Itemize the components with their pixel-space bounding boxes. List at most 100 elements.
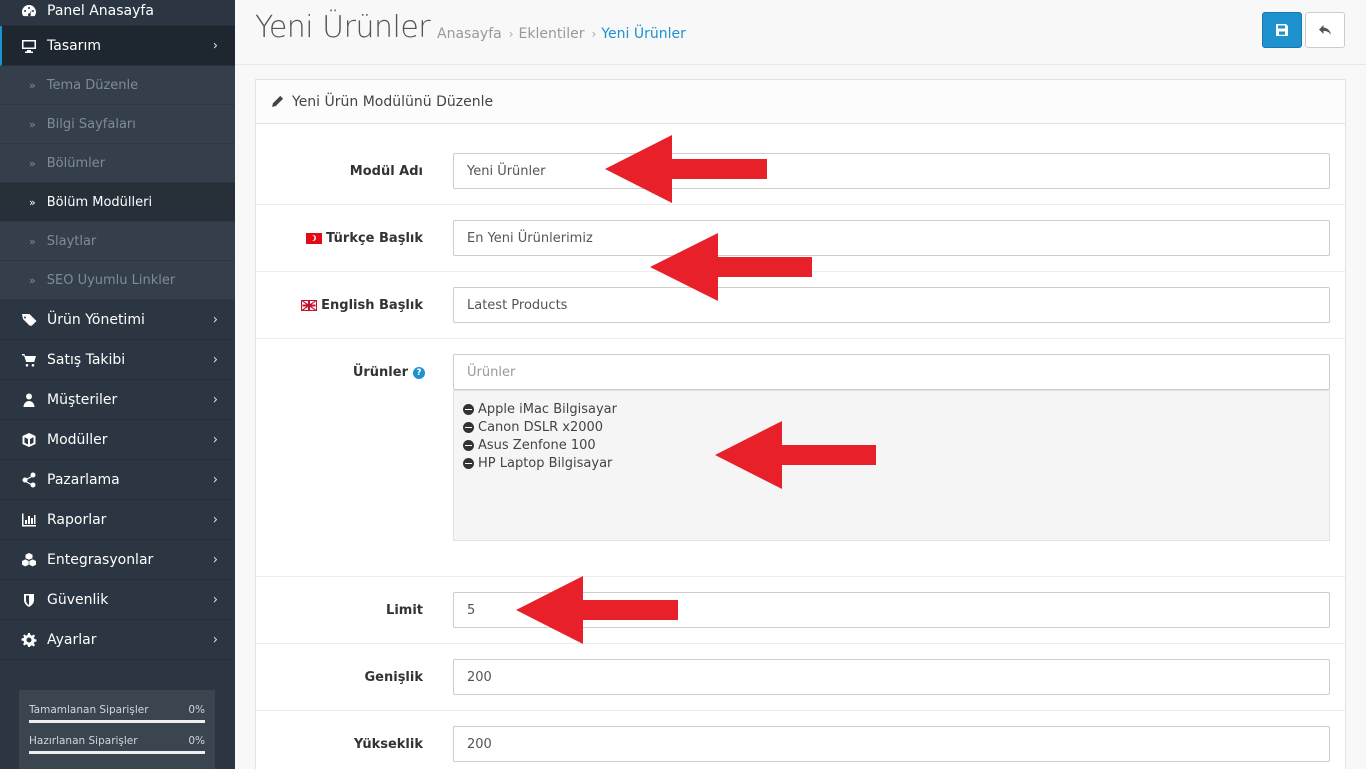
remove-circle-icon[interactable]: [463, 403, 474, 415]
double-chevron-icon: »: [29, 156, 36, 170]
product-name: Asus Zenfone 100: [478, 437, 596, 453]
stat-processing-orders: Hazırlanan Siparişler 0%: [29, 735, 205, 754]
products-label-wrap: Ürünler ?: [353, 365, 425, 380]
nav-reports[interactable]: Raporlar ›: [0, 500, 235, 540]
reply-icon: [1319, 25, 1331, 35]
nav-customers[interactable]: Müşteriler ›: [0, 380, 235, 420]
cube-icon: [19, 432, 39, 448]
cart-icon: [19, 352, 39, 368]
chevron-right-icon: ›: [212, 512, 218, 527]
save-icon: [1276, 24, 1288, 36]
nav-label: Müşteriler: [47, 391, 118, 408]
stat-label: Hazırlanan Siparişler: [29, 735, 138, 747]
save-button[interactable]: [1262, 12, 1302, 48]
tags-icon: [19, 312, 39, 328]
user-icon: [19, 392, 39, 408]
stat-completed-orders: Tamamlanan Siparişler 0%: [29, 704, 205, 723]
chevron-right-icon: ›: [212, 632, 218, 647]
remove-circle-icon[interactable]: [463, 421, 474, 433]
uk-flag-icon: [301, 300, 318, 311]
panel-title: Yeni Ürün Modülünü Düzenle: [292, 93, 494, 110]
form-row-width: Genişlik 200: [256, 644, 1345, 711]
sidebar: Panel Anasayfa Tasarım › » Tema Düzenle »…: [0, 0, 235, 769]
limit-input[interactable]: 5: [453, 592, 1330, 628]
list-item: Canon DSLR x2000: [463, 418, 1320, 436]
chevron-right-icon: ›: [212, 552, 218, 567]
chevron-right-icon: ›: [212, 592, 218, 607]
nav-label: Güvenlik: [47, 591, 109, 608]
nav-label: Tasarım: [47, 37, 101, 54]
chevron-right-icon: ›: [212, 392, 218, 407]
submenu-theme-edit[interactable]: » Tema Düzenle: [0, 66, 235, 105]
form-row-title-tr: Türkçe Başlık En Yeni Ürünlerimiz: [256, 205, 1345, 272]
nav-label: Entegrasyonlar: [47, 551, 154, 568]
nav-marketing[interactable]: Pazarlama ›: [0, 460, 235, 500]
product-name: Canon DSLR x2000: [478, 419, 604, 435]
nav-product-management[interactable]: Ürün Yönetimi ›: [0, 300, 235, 340]
title-tr-label: Türkçe Başlık: [326, 231, 423, 246]
nav-security[interactable]: Güvenlik ›: [0, 580, 235, 620]
submenu-info-pages[interactable]: » Bilgi Sayfaları: [0, 105, 235, 144]
shield-icon: [19, 592, 39, 608]
limit-label: Limit: [386, 603, 423, 618]
breadcrumb-separator-icon: ›: [591, 27, 597, 41]
module-name-input[interactable]: Yeni Ürünler: [453, 153, 1330, 189]
nav-label: Satış Takibi: [47, 351, 126, 368]
nav-settings[interactable]: Ayarlar ›: [0, 620, 235, 660]
cubes-icon: [19, 552, 39, 568]
width-input[interactable]: 200: [453, 659, 1330, 695]
title-en-label-wrap: English Başlık: [301, 298, 423, 313]
nav-sales-tracking[interactable]: Satış Takibi ›: [0, 340, 235, 380]
title-en-input[interactable]: Latest Products: [453, 287, 1330, 323]
double-chevron-icon: »: [29, 234, 36, 248]
submenu-seo-links[interactable]: » SEO Uyumlu Linkler: [0, 261, 235, 300]
chevron-right-icon: ›: [212, 312, 218, 327]
pencil-icon: [272, 95, 284, 107]
back-button[interactable]: [1305, 12, 1345, 48]
progress-bar: [29, 720, 205, 723]
height-input[interactable]: 200: [453, 726, 1330, 762]
submenu-label: Bilgi Sayfaları: [46, 116, 136, 132]
progress-bar: [29, 751, 205, 754]
nav-label: Ayarlar: [47, 631, 97, 648]
form-row-title-en: English Başlık Latest Products: [256, 272, 1345, 339]
nav-design[interactable]: Tasarım ›: [0, 26, 235, 66]
products-label: Ürünler: [352, 365, 408, 380]
help-icon[interactable]: ?: [413, 366, 425, 379]
submenu-label: Tema Düzenle: [46, 77, 139, 93]
design-submenu: » Tema Düzenle » Bilgi Sayfaları » Bölümler…: [0, 66, 235, 300]
width-label: Genişlik: [364, 670, 424, 685]
monitor-icon: [19, 38, 39, 54]
nav-label: Pazarlama: [47, 471, 120, 488]
breadcrumb: Anasayfa › Eklentiler › Yeni Ürünler: [437, 26, 686, 42]
height-label: Yükseklik: [353, 737, 423, 752]
dashboard-icon: [19, 3, 39, 19]
nav-label: Modüller: [47, 431, 108, 448]
remove-circle-icon[interactable]: [463, 439, 474, 451]
nav-dashboard[interactable]: Panel Anasayfa: [0, 0, 235, 26]
submenu-label: Slaytlar: [46, 233, 97, 249]
list-item: Asus Zenfone 100: [463, 436, 1320, 454]
product-name: Apple iMac Bilgisayar: [478, 401, 617, 417]
nav-modules[interactable]: Modüller ›: [0, 420, 235, 460]
submenu-label: Bölümler: [46, 155, 106, 171]
nav-integrations[interactable]: Entegrasyonlar ›: [0, 540, 235, 580]
selected-products-list: Apple iMac Bilgisayar Canon DSLR x2000 A…: [453, 390, 1330, 541]
breadcrumb-extensions[interactable]: Eklentiler: [519, 26, 585, 42]
nav-label: Ürün Yönetimi: [47, 311, 145, 328]
form-row-module-name: Modül Adı Yeni Ürünler: [256, 124, 1345, 205]
submenu-section-modules[interactable]: » Bölüm Modülleri: [0, 183, 235, 222]
title-tr-input[interactable]: En Yeni Ürünlerimiz: [453, 220, 1330, 256]
stat-value: 0%: [188, 735, 205, 747]
double-chevron-icon: »: [29, 195, 36, 209]
chevron-right-icon: ›: [212, 38, 218, 53]
products-search-input[interactable]: Ürünler: [453, 354, 1330, 390]
breadcrumb-home[interactable]: Anasayfa: [437, 26, 502, 42]
submenu-slides[interactable]: » Slaytlar: [0, 222, 235, 261]
submenu-sections[interactable]: » Bölümler: [0, 144, 235, 183]
breadcrumb-current[interactable]: Yeni Ürünler: [601, 26, 686, 42]
main-content: Yeni Ürünler Anasayfa › Eklentiler › Yen…: [235, 0, 1366, 769]
module-name-label: Modül Adı: [349, 164, 423, 179]
remove-circle-icon[interactable]: [463, 457, 474, 469]
nav-label: Panel Anasayfa: [47, 3, 154, 19]
